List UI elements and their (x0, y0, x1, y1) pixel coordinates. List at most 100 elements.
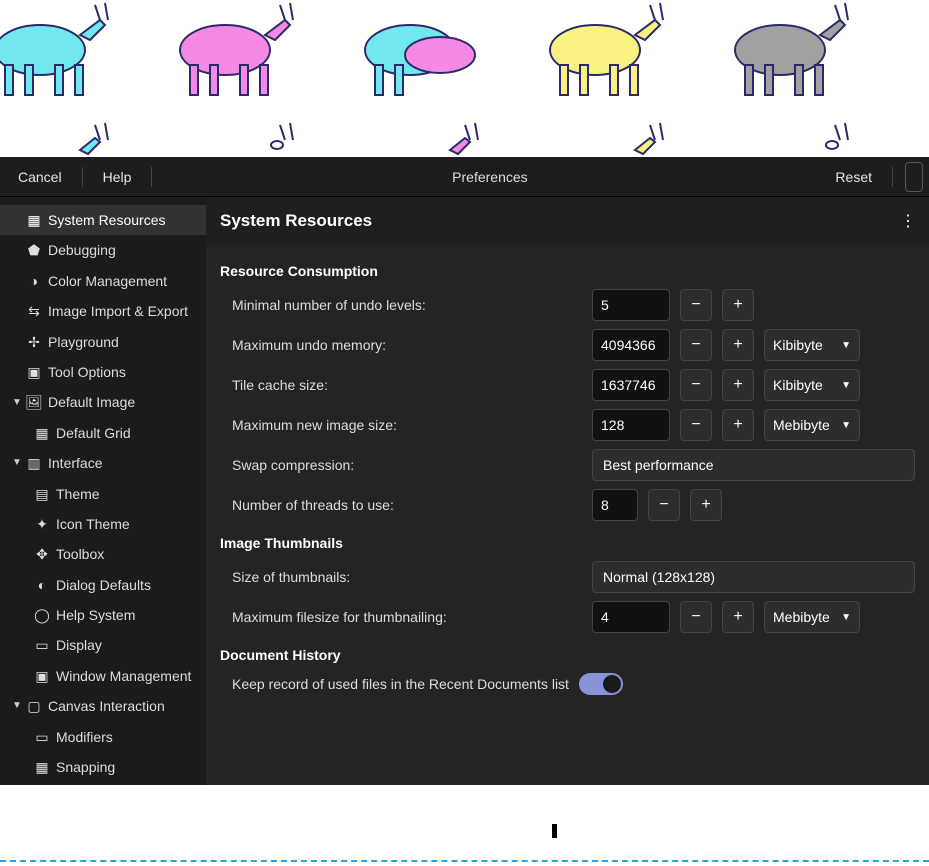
unit-label: Kibibyte (773, 377, 823, 393)
sidebar-item-image-windows[interactable]: ▼▢Image Windows (0, 782, 206, 785)
palette-icon: ◑ (26, 273, 42, 289)
unit-dropdown-tile-cache[interactable]: Kibibyte ▼ (764, 369, 860, 401)
input-threads[interactable] (592, 489, 638, 521)
dropdown-value: Normal (128x128) (603, 569, 715, 585)
snapping-icon: ▦ (34, 759, 50, 775)
dropdown-swap-compression[interactable]: Best performance (592, 449, 915, 481)
sidebar-item-label: Toolbox (56, 543, 104, 565)
more-icon[interactable]: ⋮ (900, 211, 915, 231)
window-icon: ▣ (34, 668, 50, 684)
minus-button[interactable]: − (680, 409, 712, 441)
sidebar-item-window-management[interactable]: ▣ Window Management (0, 661, 206, 691)
window-title: Preferences (158, 169, 821, 185)
reset-button[interactable]: Reset (821, 163, 886, 191)
sidebar-item-display[interactable]: ▭Display (0, 630, 206, 660)
titlebar: Cancel Help Preferences Reset (0, 157, 929, 197)
sidebar-item-playground[interactable]: ✢Playground (0, 327, 206, 357)
sidebar-item-snapping[interactable]: ▦ Snapping (0, 752, 206, 782)
sidebar-item-toolbox[interactable]: ✥Toolbox (0, 539, 206, 569)
ok-button-partial[interactable] (905, 162, 923, 192)
unit-dropdown-thumb-filesize[interactable]: Mebibyte ▼ (764, 601, 860, 633)
desktop-wallpaper (0, 0, 929, 160)
unit-label: Kibibyte (773, 337, 823, 353)
sidebar-item-label: Default Grid (56, 422, 131, 444)
input-undo-memory[interactable] (592, 329, 670, 361)
canvas-icon: ▢ (26, 698, 42, 714)
plus-button[interactable]: + (722, 329, 754, 361)
unit-label: Mebibyte (773, 417, 830, 433)
separator (892, 167, 893, 187)
section-document-history: Document History (206, 637, 929, 669)
unit-dropdown-max-new-image[interactable]: Mebibyte ▼ (764, 409, 860, 441)
twisty-icon: ▼ (12, 395, 20, 411)
plus-button[interactable]: + (690, 489, 722, 521)
label-thumb-size: Size of thumbnails: (232, 569, 582, 585)
minus-button[interactable]: − (680, 601, 712, 633)
label-keep-record: Keep record of used files in the Recent … (232, 676, 569, 692)
sidebar-item-tool-options[interactable]: ▣Tool Options (0, 357, 206, 387)
sidebar-item-label: Modifiers (56, 726, 113, 748)
field-keep-record: Keep record of used files in the Recent … (206, 669, 929, 699)
plus-button[interactable]: + (722, 601, 754, 633)
sidebar-item-label: Snapping (56, 756, 115, 778)
field-max-new-image: Maximum new image size: − + Mebibyte ▼ (206, 405, 929, 445)
plus-button[interactable]: + (722, 369, 754, 401)
sidebar-item-dialog-defaults[interactable]: ◐Dialog Defaults (0, 570, 206, 600)
sidebar-item-label: Image Import & Export (48, 300, 188, 322)
interface-icon: ▥ (26, 455, 42, 471)
sidebar-item-default-image[interactable]: ▼ 🖼 Default Image (0, 387, 206, 417)
sidebar-item-image-import-export[interactable]: ⇆ Image Import & Export (0, 296, 206, 326)
dialog-icon: ◐ (34, 577, 50, 593)
propeller-icon: ✢ (26, 334, 42, 350)
separator (151, 167, 152, 187)
input-max-new-image[interactable] (592, 409, 670, 441)
sidebar-item-label: Tool Options (48, 361, 126, 383)
sidebar-item-label: Canvas Interaction (48, 695, 165, 717)
label-threads: Number of threads to use: (232, 497, 582, 513)
sidebar-item-label: Window Management (56, 665, 191, 687)
separator (82, 167, 83, 187)
twisty-icon: ▼ (12, 698, 20, 714)
sidebar-item-label: Color Management (48, 270, 167, 292)
chevron-down-icon: ▼ (841, 340, 851, 351)
sidebar-item-color-management[interactable]: ◑ Color Management (0, 266, 206, 296)
image-icon: 🖼 (26, 395, 42, 411)
input-undo-levels[interactable] (592, 289, 670, 321)
content-header: System Resources ⋮ (206, 197, 929, 245)
minus-button[interactable]: − (648, 489, 680, 521)
sidebar-item-label: Icon Theme (56, 513, 130, 535)
sidebar-item-canvas-interaction[interactable]: ▼ ▢ Canvas Interaction (0, 691, 206, 721)
sidebar-item-label: Default Image (48, 391, 135, 413)
dropdown-thumb-size[interactable]: Normal (128x128) (592, 561, 915, 593)
sidebar-item-debugging[interactable]: ⬟Debugging (0, 235, 206, 265)
plus-button[interactable]: + (722, 289, 754, 321)
field-thumb-max-filesize: Maximum filesize for thumbnailing: − + M… (206, 597, 929, 637)
sidebar-item-theme[interactable]: ▤Theme (0, 479, 206, 509)
cancel-button[interactable]: Cancel (4, 163, 76, 191)
field-tile-cache: Tile cache size: − + Kibibyte ▼ (206, 365, 929, 405)
minus-button[interactable]: − (680, 289, 712, 321)
input-thumb-max-filesize[interactable] (592, 601, 670, 633)
toggle-keep-record[interactable] (579, 673, 623, 695)
unit-dropdown-undo-memory[interactable]: Kibibyte ▼ (764, 329, 860, 361)
help-button[interactable]: Help (89, 163, 146, 191)
sidebar-item-modifiers[interactable]: ▭Modifiers (0, 722, 206, 752)
sidebar-item-icon-theme[interactable]: ✦Icon Theme (0, 509, 206, 539)
minus-button[interactable]: − (680, 369, 712, 401)
label-undo-levels: Minimal number of undo levels: (232, 297, 582, 313)
import-export-icon: ⇆ (26, 303, 42, 319)
minus-button[interactable]: − (680, 329, 712, 361)
display-icon: ▭ (34, 638, 50, 654)
sidebar-item-system-resources[interactable]: ▦System Resources (0, 205, 206, 235)
label-max-new-image: Maximum new image size: (232, 417, 582, 433)
sidebar-item-help-system[interactable]: ◯Help System (0, 600, 206, 630)
sidebar-item-interface[interactable]: ▼▥Interface (0, 448, 206, 478)
sidebar-item-default-grid[interactable]: ▦Default Grid (0, 418, 206, 448)
plus-button[interactable]: + (722, 409, 754, 441)
twisty-icon: ▼ (12, 455, 20, 471)
chevron-down-icon: ▼ (841, 420, 851, 431)
input-tile-cache[interactable] (592, 369, 670, 401)
toggle-knob (603, 675, 621, 693)
preferences-content: System Resources ⋮ Resource Consumption … (206, 197, 929, 785)
preferences-window: Cancel Help Preferences Reset ▦System Re… (0, 157, 929, 785)
